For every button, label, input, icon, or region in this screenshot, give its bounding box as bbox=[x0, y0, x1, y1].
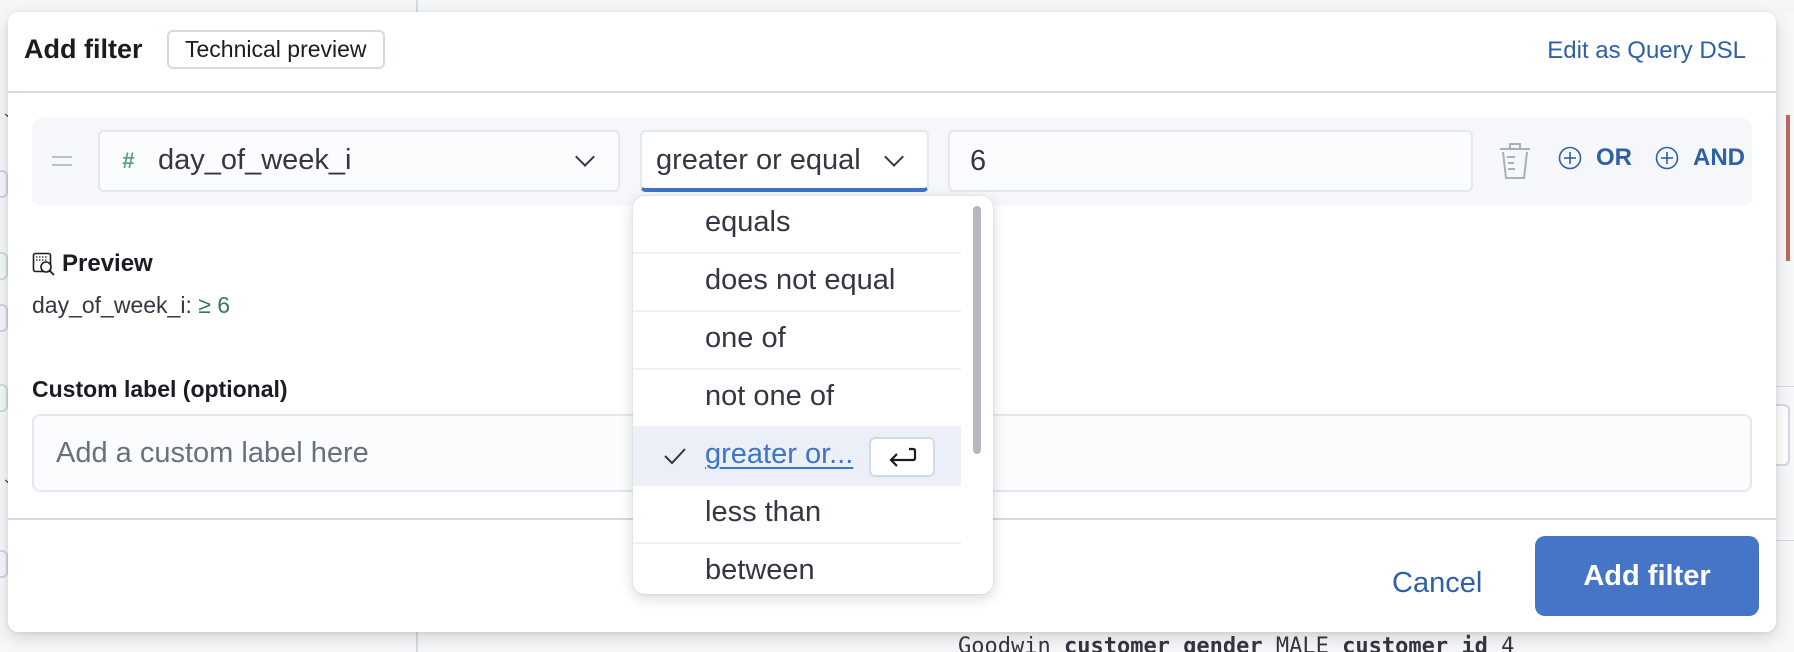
document-field-name: customer_id bbox=[1342, 634, 1488, 652]
operator-option-label: less than bbox=[705, 496, 822, 528]
field-select-value: day_of_week_i bbox=[158, 144, 352, 176]
preview-field: day_of_week_i: bbox=[32, 292, 192, 318]
document-field-value: 4 bbox=[1487, 634, 1515, 652]
background-pill bbox=[0, 384, 8, 412]
add-or-condition-button[interactable]: OR bbox=[1558, 144, 1632, 172]
operator-option[interactable]: less than bbox=[633, 486, 961, 544]
operator-option-label: not one of bbox=[705, 380, 834, 412]
cancel-button[interactable]: Cancel bbox=[1392, 567, 1482, 600]
document-field-name: customer_gender bbox=[1063, 634, 1263, 652]
add-filter-button[interactable]: Add filter bbox=[1535, 536, 1759, 616]
background-pill bbox=[0, 304, 8, 332]
operator-option-label: equals bbox=[705, 206, 791, 238]
background-document-text: Goodwin customer_gender MALE customer_id… bbox=[958, 634, 1514, 652]
plus-circle-icon bbox=[1655, 146, 1679, 170]
preview-heading: Preview bbox=[32, 250, 153, 278]
operator-option-label: does not equal bbox=[705, 264, 896, 296]
background-pill bbox=[0, 550, 8, 578]
value-input[interactable] bbox=[948, 130, 1473, 192]
operator-option-label: greater or... bbox=[705, 438, 854, 470]
or-label: OR bbox=[1596, 144, 1632, 171]
operator-option-label: one of bbox=[705, 322, 786, 354]
dropdown-scrollbar[interactable] bbox=[973, 206, 981, 454]
plus-circle-icon bbox=[1558, 146, 1582, 170]
background-header bbox=[0, 0, 1794, 12]
add-and-condition-button[interactable]: AND bbox=[1655, 144, 1745, 172]
operator-option[interactable]: greater or... bbox=[633, 428, 961, 486]
background-divider-right bbox=[1776, 386, 1794, 387]
operator-option[interactable]: does not equal bbox=[633, 254, 961, 312]
operator-option[interactable]: one of bbox=[633, 312, 961, 370]
operator-options-list: equals does not equal one of not one of grea… bbox=[633, 196, 961, 594]
operator-option-label: between bbox=[705, 554, 815, 586]
inspect-icon bbox=[32, 252, 55, 276]
operator-option[interactable]: equals bbox=[633, 196, 961, 254]
operator-option[interactable]: not one of bbox=[633, 370, 961, 428]
edit-as-query-dsl-link[interactable]: Edit as Query DSL bbox=[1547, 37, 1746, 65]
enter-key-icon bbox=[869, 437, 935, 477]
background-status-bar bbox=[1786, 115, 1790, 261]
chevron-down-icon bbox=[884, 147, 904, 167]
filter-row: # day_of_week_i greater or equal OR bbox=[32, 118, 1752, 206]
custom-label-heading: Custom label (optional) bbox=[32, 376, 288, 402]
operator-option[interactable]: between bbox=[633, 544, 961, 594]
preview-title: Preview bbox=[62, 250, 153, 277]
preview-operator-value: ≥ 6 bbox=[198, 292, 231, 318]
modal-header: Add filter Technical preview Edit as Que… bbox=[8, 12, 1776, 93]
background-control bbox=[1776, 404, 1790, 466]
document-field-value: MALE bbox=[1262, 634, 1343, 652]
document-field-value: Goodwin bbox=[958, 634, 1064, 652]
and-label: AND bbox=[1693, 144, 1745, 171]
preview-expression: day_of_week_i: ≥ 6 bbox=[32, 292, 230, 319]
modal-title: Add filter bbox=[24, 34, 143, 64]
trash-icon[interactable] bbox=[1498, 142, 1532, 180]
background-pill bbox=[0, 170, 8, 198]
background-pill bbox=[0, 252, 8, 280]
field-select[interactable]: # day_of_week_i bbox=[98, 130, 620, 192]
drag-handle-icon[interactable] bbox=[52, 156, 72, 166]
number-field-type-icon: # bbox=[122, 148, 135, 173]
technical-preview-badge: Technical preview bbox=[167, 30, 385, 69]
operator-dropdown: equals does not equal one of not one of grea… bbox=[633, 196, 993, 594]
operator-select-value: greater or equal bbox=[656, 144, 861, 176]
check-icon bbox=[664, 448, 686, 465]
chevron-down-icon bbox=[575, 147, 595, 167]
operator-select[interactable]: greater or equal bbox=[640, 130, 929, 192]
